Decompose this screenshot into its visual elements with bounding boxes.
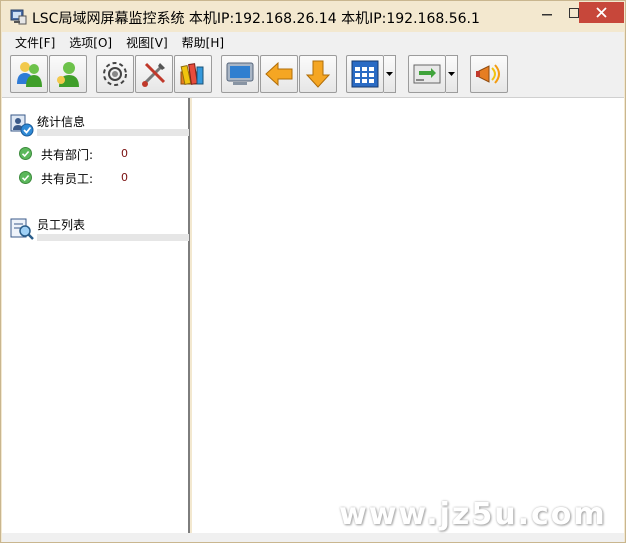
grid-icon [351, 60, 379, 88]
statistics-title: 统计信息 [37, 115, 86, 129]
user-button[interactable] [49, 55, 87, 93]
minimize-icon [541, 13, 552, 15]
main-view[interactable] [192, 98, 624, 533]
chevron-down-icon [448, 72, 455, 76]
download-button[interactable] [299, 55, 337, 93]
monitor-icon [226, 62, 254, 85]
monitor-button[interactable] [221, 55, 259, 93]
menu-view[interactable]: 视图[V] [119, 34, 175, 51]
employee-count-value: 0 [121, 171, 128, 184]
tools-button[interactable] [135, 55, 173, 93]
department-count-label: 共有部门: [41, 148, 94, 162]
grid-view-button[interactable] [346, 55, 384, 93]
grid-view-dropdown[interactable] [384, 55, 396, 93]
gear-icon [103, 62, 127, 86]
employee-list-title: 员工列表 [37, 218, 86, 232]
network-dropdown[interactable] [446, 55, 458, 93]
window-title: LSC局域网屏幕监控系统 本机IP:192.168.26.14 本机IP:192… [32, 11, 480, 27]
network-button[interactable] [408, 55, 446, 93]
back-button[interactable] [260, 55, 298, 93]
app-window: LSC局域网屏幕监控系统 本机IP:192.168.26.14 本机IP:192… [0, 0, 626, 543]
department-count-value: 0 [121, 147, 128, 160]
network-card-icon [413, 64, 441, 84]
check-icon [19, 171, 32, 184]
close-button[interactable] [579, 2, 624, 23]
users-icon [17, 62, 42, 87]
broadcast-button[interactable] [470, 55, 508, 93]
megaphone-icon [476, 64, 500, 84]
app-icon [10, 9, 27, 25]
status-bar [2, 533, 624, 542]
menu-options[interactable]: 选项[O] [62, 34, 119, 51]
check-icon [19, 147, 32, 160]
statistics-divider [37, 129, 189, 136]
employee-list-icon [10, 218, 34, 240]
watermark-text: www.jz5u.com [339, 497, 607, 532]
books-button[interactable] [174, 55, 212, 93]
title-bar[interactable]: LSC局域网屏幕监控系统 本机IP:192.168.26.14 本机IP:192… [1, 1, 625, 32]
toolbar [2, 52, 624, 98]
close-icon [596, 7, 607, 18]
settings-button[interactable] [96, 55, 134, 93]
user-icon [57, 62, 79, 87]
tools-icon [142, 62, 166, 87]
menu-bar: 文件[F] 选项[O] 视图[V] 帮助[H] [2, 32, 624, 52]
arrow-left-icon [265, 61, 293, 87]
books-icon [180, 63, 204, 86]
employee-list-divider [37, 234, 189, 241]
menu-file[interactable]: 文件[F] [2, 34, 62, 51]
employee-count-label: 共有员工: [41, 172, 94, 186]
users-button[interactable] [10, 55, 48, 93]
statistics-icon [10, 114, 34, 137]
minimize-button[interactable] [533, 2, 560, 23]
menu-help[interactable]: 帮助[H] [175, 34, 231, 51]
chevron-down-icon [386, 72, 393, 76]
arrow-down-icon [305, 60, 331, 88]
maximize-icon [568, 7, 579, 18]
left-panel: 统计信息 共有部门: 0 共有员工: 0 员工列表 [2, 98, 190, 533]
